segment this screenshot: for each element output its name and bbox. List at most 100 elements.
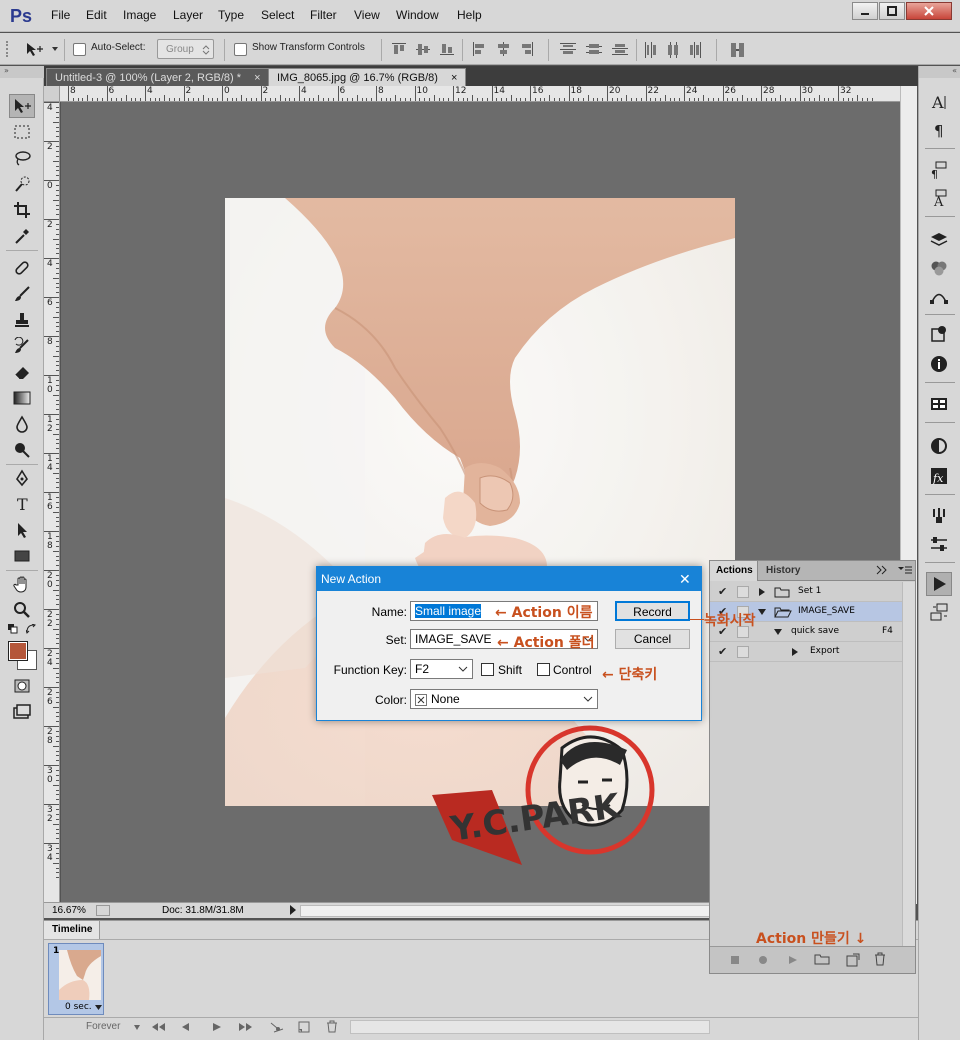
loop-options[interactable]: Forever: [86, 1021, 120, 1032]
timeline-tab[interactable]: Timeline: [44, 921, 100, 939]
delete-icon[interactable]: [874, 952, 886, 966]
actions-scrollbar[interactable]: [902, 582, 915, 946]
pen-tool-icon[interactable]: [9, 466, 35, 490]
align-vcenter-icon[interactable]: [416, 42, 430, 56]
status-export-icon[interactable]: [96, 905, 110, 916]
dock-collapse-icon[interactable]: «: [919, 66, 960, 78]
dialog-close-icon[interactable]: ✕: [679, 567, 691, 591]
minimize-button[interactable]: [852, 2, 878, 20]
distribute-vcenter-icon[interactable]: [586, 42, 602, 56]
shift-checkbox[interactable]: [481, 663, 494, 676]
type-tool-icon[interactable]: T: [9, 492, 35, 516]
zoom-tool-icon[interactable]: [9, 598, 35, 622]
default-colors-icon[interactable]: [8, 624, 18, 634]
toggle-check-icon[interactable]: ✔: [718, 585, 727, 598]
align-hcenter-icon[interactable]: [496, 42, 510, 56]
tab-untitled-3[interactable]: Untitled-3 @ 100% (Layer 2, RGB/8) * ×: [46, 68, 270, 86]
move-tool-preset-icon[interactable]: [25, 41, 59, 57]
tab-history[interactable]: History: [762, 561, 800, 581]
delete-frame-icon[interactable]: [326, 1020, 338, 1033]
first-frame-icon[interactable]: [150, 1022, 166, 1032]
next-frame-icon[interactable]: [238, 1022, 254, 1032]
menu-layer[interactable]: Layer: [173, 8, 203, 22]
clone-stamp-tool-icon[interactable]: [9, 308, 35, 332]
grip-handle[interactable]: [6, 41, 12, 57]
swap-colors-icon[interactable]: [26, 624, 36, 634]
distribute-left-icon[interactable]: [644, 42, 658, 58]
record-icon[interactable]: [758, 955, 768, 965]
control-checkbox[interactable]: [537, 663, 550, 676]
dodge-tool-icon[interactable]: [9, 438, 35, 462]
menu-view[interactable]: View: [354, 8, 380, 22]
color-select[interactable]: None: [410, 689, 598, 709]
menu-window[interactable]: Window: [396, 8, 439, 22]
screen-mode-icon[interactable]: [9, 700, 35, 724]
tool-presets-icon[interactable]: [926, 532, 952, 556]
lasso-tool-icon[interactable]: [9, 146, 35, 170]
action-step-row[interactable]: ✔ Export: [710, 642, 902, 662]
menu-filter[interactable]: Filter: [310, 8, 337, 22]
stop-icon[interactable]: [730, 955, 740, 965]
panel-collapse-icon[interactable]: [876, 565, 888, 575]
character-panel-icon[interactable]: A: [926, 90, 952, 114]
create-action-icon[interactable]: [846, 953, 860, 967]
eyedropper-tool-icon[interactable]: [9, 224, 35, 248]
close-window-button[interactable]: [906, 2, 952, 20]
timeline-frame[interactable]: 1 0 sec.: [48, 943, 104, 1015]
eraser-tool-icon[interactable]: [9, 360, 35, 384]
toolbox-collapse-icon[interactable]: »: [0, 66, 44, 78]
move-tool-icon[interactable]: [9, 94, 35, 118]
cancel-button[interactable]: Cancel: [615, 629, 690, 649]
distribute-bottom-icon[interactable]: [612, 42, 628, 56]
play-icon[interactable]: [212, 1022, 222, 1032]
record-button[interactable]: Record: [615, 601, 690, 621]
quick-mask-icon[interactable]: [9, 674, 35, 698]
dialog-toggle-box[interactable]: [737, 586, 749, 598]
character-styles-icon[interactable]: ¶: [926, 158, 952, 182]
distribute-top-icon[interactable]: [560, 42, 576, 56]
swatches-panel-icon[interactable]: [926, 392, 952, 416]
hand-tool-icon[interactable]: [9, 572, 35, 596]
align-bottom-icon[interactable]: [440, 42, 454, 56]
tab-img-8065[interactable]: IMG_8065.jpg @ 16.7% (RGB/8) ×: [268, 68, 467, 86]
menu-file[interactable]: File: [51, 8, 70, 22]
dialog-toggle-box[interactable]: [737, 646, 749, 658]
history-panel-icon[interactable]: [926, 600, 952, 624]
function-key-select[interactable]: F2: [410, 659, 473, 679]
actions-panel-icon[interactable]: [926, 572, 952, 596]
blur-tool-icon[interactable]: [9, 412, 35, 436]
align-top-icon[interactable]: [392, 42, 406, 56]
tab-actions[interactable]: Actions: [710, 561, 758, 581]
frame-delay[interactable]: 0 sec.: [65, 1002, 92, 1012]
zoom-level[interactable]: 16.67%: [52, 905, 86, 916]
panel-menu-icon[interactable]: [898, 566, 912, 574]
timeline-scrollbar[interactable]: [350, 1020, 710, 1034]
create-set-icon[interactable]: [814, 953, 830, 965]
paths-panel-icon[interactable]: [926, 284, 952, 308]
tab-close-icon[interactable]: ×: [254, 72, 260, 84]
info-panel-icon[interactable]: [926, 352, 952, 376]
play-selection-icon[interactable]: [788, 955, 798, 965]
menu-type[interactable]: Type: [218, 8, 244, 22]
brush-tool-icon[interactable]: [9, 282, 35, 306]
ruler-origin[interactable]: [44, 86, 60, 102]
foreground-color-swatch[interactable]: [8, 641, 28, 661]
adjustment-layer-icon[interactable]: [926, 434, 952, 458]
crop-tool-icon[interactable]: [9, 198, 35, 222]
duplicate-frame-icon[interactable]: [298, 1021, 310, 1033]
path-selection-tool-icon[interactable]: [9, 518, 35, 542]
auto-align-layers-icon[interactable]: [730, 42, 744, 57]
distribute-right-icon[interactable]: [688, 42, 702, 58]
menu-help[interactable]: Help: [457, 8, 482, 22]
status-menu-arrow-icon[interactable]: [288, 904, 298, 916]
paragraph-panel-icon[interactable]: ¶: [926, 118, 952, 142]
quick-selection-tool-icon[interactable]: [9, 172, 35, 196]
menu-select[interactable]: Select: [261, 8, 294, 22]
styles-fx-icon[interactable]: fx: [926, 464, 952, 488]
action-set-row[interactable]: ✔ Set 1: [710, 582, 902, 602]
rectangle-tool-icon[interactable]: [9, 544, 35, 568]
channels-panel-icon[interactable]: [926, 256, 952, 280]
brush-presets-icon[interactable]: [926, 504, 952, 528]
menu-edit[interactable]: Edit: [86, 8, 107, 22]
tab-close-icon[interactable]: ×: [451, 72, 457, 84]
